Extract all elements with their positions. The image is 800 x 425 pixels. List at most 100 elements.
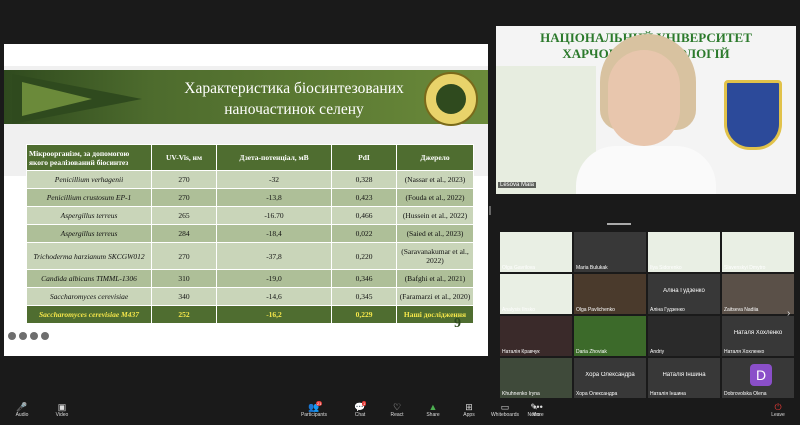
more-dots-icon: •••	[533, 402, 543, 412]
participant-name: Хора Олександра	[576, 391, 618, 397]
table-cell: (Fouda et al., 2022)	[396, 188, 474, 207]
more-label: More	[532, 412, 544, 418]
table-cell: -16.70	[216, 206, 332, 225]
slide-title: Характеристика біосинтезованих наночасти…	[154, 78, 434, 120]
participant-name: Наталія Іншина	[650, 391, 686, 397]
slide-page-number: 9	[454, 316, 461, 331]
table-cell: 270	[151, 188, 217, 207]
participant-name: Zaitseva Nadiia	[724, 307, 759, 313]
participant-name: Slavenskyi Dmytro	[724, 265, 766, 271]
table-cell: (Hussein et al., 2022)	[396, 206, 474, 225]
video-camera-icon: ▣	[57, 402, 67, 412]
participant-tile[interactable]: Olga Pavlichenko	[574, 274, 646, 314]
slide-controls: ◀ ▶ ≡ …	[8, 332, 49, 340]
apps-label: Apps	[463, 412, 475, 418]
column-header: UV-Vis, нм	[151, 144, 217, 171]
participant-name: Наталя Хохленко	[724, 349, 765, 355]
participant-tile[interactable]: Analysis Ilnsko	[500, 274, 572, 314]
table-cell: -19,0	[216, 269, 332, 288]
participant-tile[interactable]: D Dobrovolska Olena	[722, 358, 794, 398]
react-label: React	[390, 412, 404, 418]
participant-tile[interactable]: Daria Zhoviak	[574, 316, 646, 356]
table-cell: 0,346	[331, 269, 397, 288]
slide-menu-icon[interactable]: ≡	[30, 332, 38, 340]
table-row: Candida albicans TIMML-1306 310 -19,0 0,…	[26, 269, 474, 288]
participant-name: Аліна Гудзенко	[650, 307, 685, 313]
table-row: Aspergillus terreus 265 -16.70 0,466 (Hu…	[26, 206, 474, 225]
participant-name: Khuhnenko Iryna	[502, 391, 540, 397]
table-cell: 0,220	[331, 242, 397, 270]
participant-tile[interactable]: Наталія Іншина Наталія Іншина	[648, 358, 720, 398]
participant-name-large: Наталія Іншина	[662, 372, 706, 378]
heart-icon: ♡	[392, 402, 402, 412]
gallery-next-page-icon[interactable]: ›	[787, 308, 790, 319]
table-cell: (Bafghi et al., 2021)	[396, 269, 474, 288]
slide-options-icon[interactable]: …	[41, 332, 49, 340]
apps-icon: ⊞	[465, 402, 473, 412]
participant-tile[interactable]: Andriy	[648, 316, 720, 356]
participant-tile[interactable]: Ilya Sidorenko	[648, 232, 720, 272]
more-button[interactable]: ••• More	[516, 402, 560, 418]
table-cell: Penicillium verhagenii	[26, 170, 152, 189]
video-label: Video	[55, 412, 69, 418]
participant-tile[interactable]: Zaitseva Nadiia	[722, 274, 794, 314]
participant-tile[interactable]: Наталія Кравчук	[500, 316, 572, 356]
table-cell: -18,4	[216, 224, 332, 243]
prev-slide-icon[interactable]: ◀	[8, 332, 16, 340]
participant-tile[interactable]: Наталя Хохленко Наталя Хохленко	[722, 316, 794, 356]
share-label: Share	[426, 412, 440, 418]
table-cell: 284	[151, 224, 217, 243]
meeting-toolbar: 🎤 Audio ▣ Video 👥 21 Participants 💬 1 Chat ♡ Re…	[0, 400, 800, 425]
audio-button[interactable]: 🎤 Audio	[0, 402, 44, 418]
table-cell: -13,8	[216, 188, 332, 207]
participant-name-large: Хора Олександра	[585, 372, 635, 378]
video-button[interactable]: ▣ Video	[40, 402, 84, 418]
participants-count: 21	[316, 401, 323, 406]
table-cell: (Saied et al., 2023)	[396, 224, 474, 243]
pane-divider-handle[interactable]	[489, 206, 491, 215]
meeting-stage: Характеристика біосинтезованих наночасти…	[0, 0, 800, 400]
participant-name: Dobrovolska Olena	[724, 391, 767, 397]
table-cell: Saccharomyces cerevisiae M437	[26, 305, 152, 324]
table-cell: (Saravanakumar et al., 2022)	[396, 242, 474, 270]
table-cell: Penicillium crustosum EP-1	[26, 188, 152, 207]
table-cell: 0,423	[331, 188, 397, 207]
speaker-video[interactable]: НАЦІОНАЛЬНИЙ УНІВЕРСИТЕТ ХАРЧОВИХ ТЕХНОЛ…	[496, 26, 796, 194]
chat-label: Chat	[354, 412, 366, 418]
audio-label: Audio	[15, 412, 29, 418]
table-cell: 0,345	[331, 287, 397, 306]
table-cell: Saccharomyces cerevisiae	[26, 287, 152, 306]
participant-tile[interactable]: Olga Gavrilova	[500, 232, 572, 272]
participant-name: Olga Pavlichenko	[576, 307, 615, 313]
table-cell: -37,8	[216, 242, 332, 270]
table-cell: Trichoderma harzianum SKCGW012	[26, 242, 152, 270]
participant-name: Daria Zhoviak	[576, 349, 607, 355]
arrow-decoration-icon	[12, 74, 142, 124]
table-header-row: Мікроорганізм, за допомогою якого реаліз…	[26, 144, 474, 171]
participants-button[interactable]: 👥 21 Participants	[292, 401, 336, 418]
table-row: Penicillium crustosum EP-1 270 -13,8 0,4…	[26, 188, 474, 207]
participant-tile[interactable]: Slavenskyi Dmytro	[722, 232, 794, 272]
column-header: Дзета-потенціал, мВ	[216, 144, 332, 171]
coat-of-arms-icon	[724, 80, 782, 150]
participant-tile[interactable]: Хора Олександра Хора Олександра	[574, 358, 646, 398]
participants-label: Participants	[300, 412, 328, 418]
participant-tile[interactable]: Khuhnenko Iryna	[500, 358, 572, 398]
leave-icon: ⏻	[774, 402, 782, 412]
table-row-highlight: Saccharomyces cerevisiae M437 252 -16,2 …	[26, 305, 474, 324]
next-slide-icon[interactable]: ▶	[19, 332, 27, 340]
table-cell: 0,229	[331, 305, 397, 324]
participant-name-large: Аліна Гудзенко	[663, 288, 705, 294]
participant-tile[interactable]: Maria Bulukak	[574, 232, 646, 272]
table-cell: (Nassar et al., 2023)	[396, 170, 474, 189]
gallery-resize-handle[interactable]	[607, 223, 631, 225]
leave-button[interactable]: ⏻ Leave	[756, 402, 800, 418]
table-cell: (Faramarzi et al., 2020)	[396, 287, 474, 306]
table-row: Penicillium verhagenii 270 -32 0,328 (Na…	[26, 170, 474, 189]
table-cell: 265	[151, 206, 217, 225]
table-cell: 270	[151, 170, 217, 189]
participant-tile[interactable]: Аліна Гудзенко Аліна Гудзенко	[648, 274, 720, 314]
table-cell: 340	[151, 287, 217, 306]
slide-title-line1: Характеристика біосинтезованих	[184, 80, 404, 97]
participant-name: Analysis Ilnsko	[502, 307, 536, 313]
